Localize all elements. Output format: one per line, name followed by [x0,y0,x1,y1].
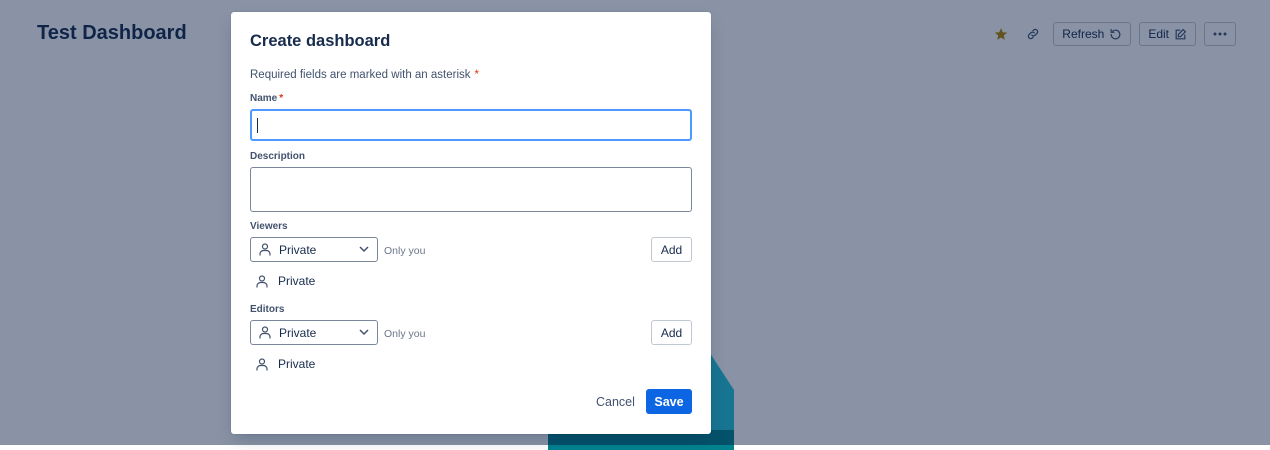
create-dashboard-dialog: Create dashboard Required fields are mar… [231,12,711,434]
editors-selected-value: Private [279,325,317,340]
required-note-text: Required fields are marked with an aster… [250,69,471,81]
name-input[interactable] [250,109,692,141]
chevron-down-icon [359,246,369,253]
person-icon [259,326,271,339]
name-label-text: Name [250,93,278,104]
save-button[interactable]: Save [646,389,692,414]
add-viewers-button[interactable]: Add [651,237,692,262]
editor-list-item: Private [256,357,315,371]
required-asterisk: * [474,69,480,81]
person-icon [256,357,268,370]
person-icon [259,243,271,256]
viewer-item-label: Private [278,274,316,288]
viewers-label: Viewers [250,221,288,232]
editors-hint: Only you [384,328,426,340]
chevron-down-icon [359,329,369,336]
cancel-button[interactable]: Cancel [590,389,641,414]
editors-select[interactable]: Private [250,320,378,345]
text-caret [257,118,258,133]
viewers-selected-value: Private [279,242,317,257]
required-fields-note: Required fields are marked with an aster… [250,69,479,81]
name-label: Name * [250,93,283,104]
editor-item-label: Private [278,357,316,371]
editors-label: Editors [250,304,285,315]
viewers-select[interactable]: Private [250,237,378,262]
dialog-title: Create dashboard [250,32,391,50]
viewers-hint: Only you [384,245,426,257]
add-editors-button[interactable]: Add [651,320,692,345]
description-label: Description [250,151,306,162]
viewer-list-item: Private [256,274,315,288]
person-icon [256,274,268,287]
description-input[interactable] [250,167,692,212]
name-required-asterisk: * [279,93,284,104]
